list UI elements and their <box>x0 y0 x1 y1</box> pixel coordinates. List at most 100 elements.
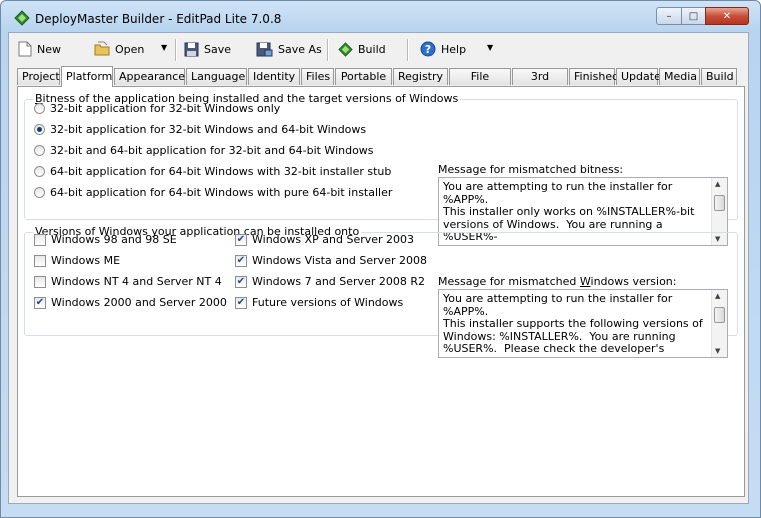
bitness-option[interactable]: 32-bit and 64-bit application for 32-bit… <box>34 144 374 157</box>
tab-bar: Project Platform Appearance Language Ide… <box>17 66 745 99</box>
checkbox-unchecked[interactable] <box>34 275 46 288</box>
save-label: Save <box>204 42 232 56</box>
close-icon: ✕ <box>722 10 732 22</box>
tab-language[interactable]: Language <box>186 68 247 85</box>
windows-version-option[interactable]: ✔ Windows 2000 and Server 2000 <box>34 296 227 309</box>
save-as-button[interactable]: Save As <box>253 39 325 59</box>
checkbox-unchecked[interactable] <box>34 233 46 246</box>
tab-identity[interactable]: Identity <box>248 68 300 85</box>
tab-media[interactable]: Media <box>659 68 700 85</box>
open-button[interactable]: Open <box>91 39 147 59</box>
radio-unselected[interactable] <box>34 145 45 156</box>
save-as-icon <box>256 42 273 56</box>
minimize-icon: – <box>666 10 672 22</box>
close-button[interactable]: ✕ <box>705 7 749 25</box>
tab-portable[interactable]: Portable <box>335 68 392 85</box>
minimize-button[interactable]: – <box>656 7 682 25</box>
scroll-up-icon[interactable]: ▲ <box>715 180 720 188</box>
windows-version-label: Windows Vista and Server 2008 <box>252 254 427 267</box>
build-button[interactable]: Build <box>335 39 389 59</box>
toolbar-separator <box>327 39 329 61</box>
windows-message-label: Message for mismatched Windows version: <box>438 275 677 288</box>
radio-unselected[interactable] <box>34 187 45 198</box>
windows-message-text: You are attempting to run the installer … <box>443 292 703 357</box>
help-icon: ? <box>420 41 436 57</box>
build-icon <box>338 41 353 57</box>
maximize-icon: □ <box>688 10 699 22</box>
platform-panel: Bitness of the application being install… <box>17 86 745 497</box>
bitness-option-label: 32-bit application for 32-bit Windows an… <box>50 123 367 136</box>
bitness-option[interactable]: 32-bit application for 32-bit Windows on… <box>34 102 280 115</box>
app-window: DeployMaster Builder - EditPad Lite 7.0.… <box>0 0 761 518</box>
client-area: New Open ▼ Save Save As Build ? Help ▼ P… <box>8 32 749 504</box>
windows-version-option[interactable]: ✔ Windows 7 and Server 2008 R2 <box>235 275 425 288</box>
help-button[interactable]: ? Help <box>417 39 469 59</box>
windows-version-option[interactable]: ✔ Future versions of Windows <box>235 296 403 309</box>
bitness-message-label: Message for mismatched bitness: <box>438 163 624 176</box>
windows-version-label: Windows NT 4 and Server NT 4 <box>51 275 222 288</box>
save-button[interactable]: Save <box>181 39 234 59</box>
scroll-down-icon[interactable]: ▼ <box>715 347 720 355</box>
open-dropdown-icon[interactable]: ▼ <box>161 43 167 52</box>
toolbar-separator <box>175 39 177 61</box>
windows-version-label: Windows 98 and 98 SE <box>51 233 177 246</box>
bitness-option[interactable]: 64-bit application for 64-bit Windows wi… <box>34 165 391 178</box>
windows-version-label: Windows XP and Server 2003 <box>252 233 415 246</box>
checkbox-checked[interactable]: ✔ <box>235 296 247 309</box>
windows-version-option[interactable]: ✔ Windows XP and Server 2003 <box>235 233 414 246</box>
checkbox-unchecked[interactable] <box>34 254 46 267</box>
checkbox-checked[interactable]: ✔ <box>235 254 247 267</box>
save-as-label: Save As <box>278 42 322 56</box>
maximize-button[interactable]: □ <box>681 7 706 25</box>
scroll-thumb[interactable] <box>714 195 725 211</box>
windows-version-option[interactable]: Windows 98 and 98 SE <box>34 233 177 246</box>
windows-message-textbox[interactable]: You are attempting to run the installer … <box>438 289 728 358</box>
radio-selected[interactable] <box>34 124 45 135</box>
new-label: New <box>37 42 61 56</box>
tab-files[interactable]: Files <box>301 68 334 85</box>
checkbox-checked[interactable]: ✔ <box>235 275 247 288</box>
radio-unselected[interactable] <box>34 166 45 177</box>
windows-version-label: Windows ME <box>51 254 121 267</box>
save-icon <box>184 42 199 56</box>
windows-version-label: Future versions of Windows <box>252 296 404 309</box>
bitness-option[interactable]: 32-bit application for 32-bit Windows an… <box>34 123 366 136</box>
tab-file-types[interactable]: File Types <box>449 68 511 99</box>
bitness-option-label: 64-bit application for 64-bit Windows wi… <box>50 186 393 199</box>
build-label: Build <box>358 42 386 56</box>
scroll-thumb[interactable] <box>714 307 725 323</box>
bitness-option-label: 64-bit application for 64-bit Windows wi… <box>50 165 392 178</box>
tab-project[interactable]: Project <box>17 68 60 85</box>
tab-registry[interactable]: Registry <box>393 68 448 85</box>
open-label: Open <box>115 42 145 56</box>
window-title: DeployMaster Builder - EditPad Lite 7.0.… <box>35 12 282 26</box>
toolbar-separator <box>407 39 409 61</box>
scroll-up-icon[interactable]: ▲ <box>715 292 720 300</box>
help-dropdown-icon[interactable]: ▼ <box>487 43 493 52</box>
tab-build[interactable]: Build <box>701 68 737 85</box>
title-bar[interactable]: DeployMaster Builder - EditPad Lite 7.0.… <box>1 1 760 33</box>
windows-message-scrollbar[interactable]: ▲ ▼ <box>711 290 727 357</box>
tab-finished[interactable]: Finished <box>569 68 619 85</box>
tab-appearance[interactable]: Appearance <box>114 68 185 85</box>
windows-version-label: Windows 2000 and Server 2000 <box>51 296 227 309</box>
svg-text:?: ? <box>425 43 431 56</box>
bitness-option-label: 32-bit application for 32-bit Windows on… <box>50 102 281 115</box>
open-folder-icon <box>94 41 110 56</box>
checkbox-checked[interactable]: ✔ <box>235 233 247 246</box>
windows-version-option[interactable]: Windows NT 4 and Server NT 4 <box>34 275 222 288</box>
toolbar: New Open ▼ Save Save As Build ? Help ▼ <box>9 33 748 66</box>
checkbox-checked[interactable]: ✔ <box>34 296 46 309</box>
windows-version-option[interactable]: Windows ME <box>34 254 120 267</box>
deploymaster-app-icon <box>14 10 30 26</box>
new-button[interactable]: New <box>15 39 64 59</box>
tab-update[interactable]: Update <box>616 68 661 85</box>
radio-unselected[interactable] <box>34 103 45 114</box>
tab-3rd-party[interactable]: 3rd Party <box>512 68 568 99</box>
help-label: Help <box>441 42 467 56</box>
windows-version-label: Windows 7 and Server 2008 R2 <box>252 275 425 288</box>
bitness-option[interactable]: 64-bit application for 64-bit Windows wi… <box>34 186 392 199</box>
windows-version-option[interactable]: ✔ Windows Vista and Server 2008 <box>235 254 427 267</box>
tab-platform[interactable]: Platform <box>61 66 113 87</box>
bitness-option-label: 32-bit and 64-bit application for 32-bit… <box>50 144 374 157</box>
